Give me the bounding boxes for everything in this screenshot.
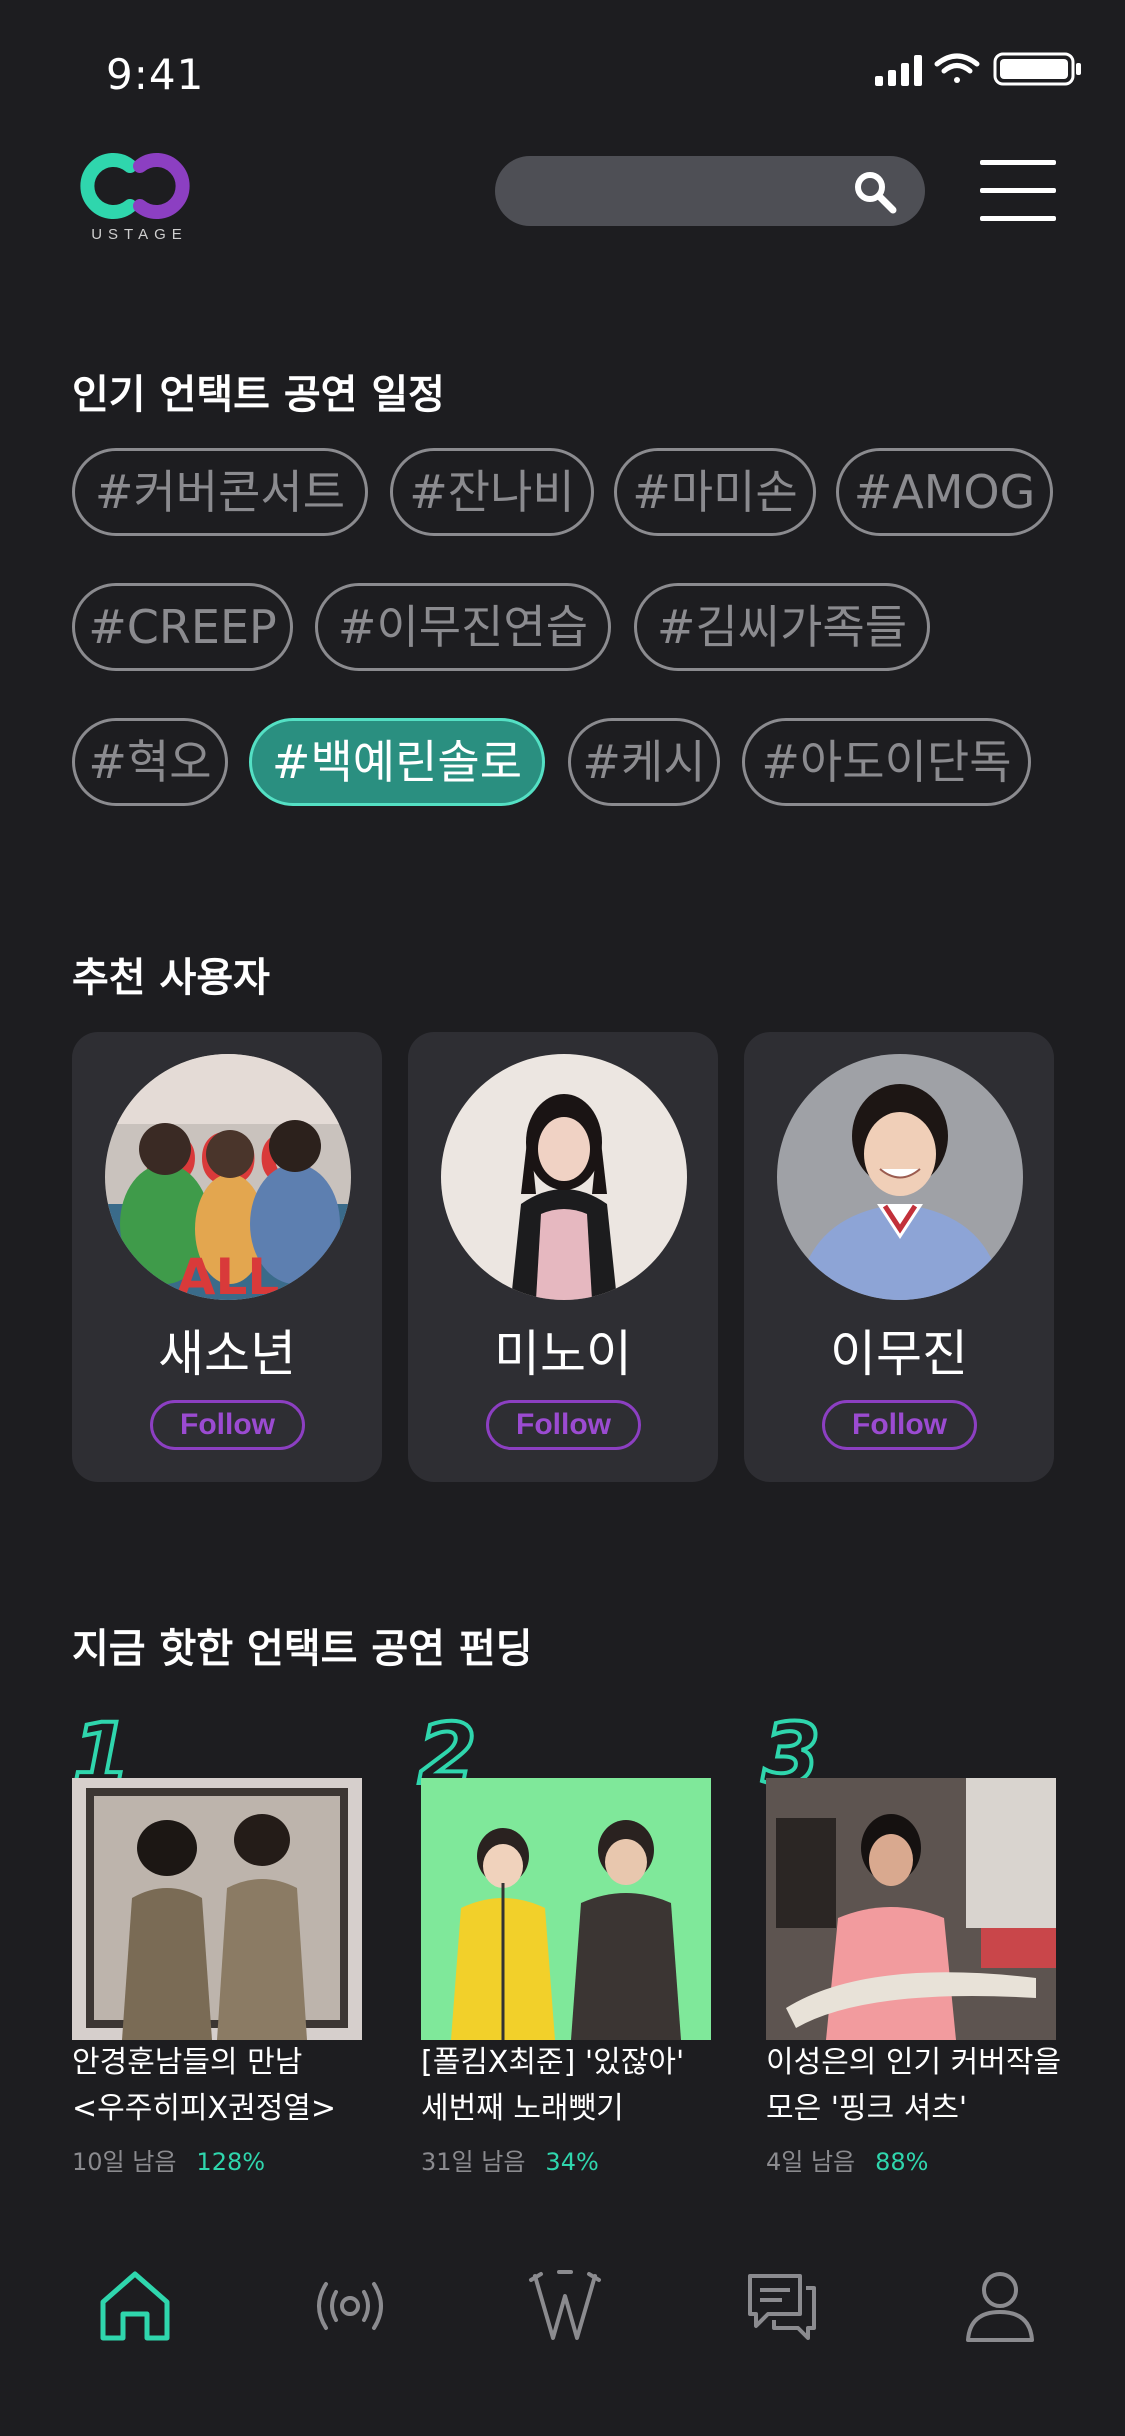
signal-icon [875, 55, 922, 86]
user-name: 이무진 [830, 1325, 968, 1383]
performance-title[interactable]: 안경훈남들의 만남 <우주히피X권정열> [72, 2040, 412, 2132]
hamburger-menu-icon[interactable] [980, 160, 1056, 222]
follow-button[interactable]: Follow [822, 1400, 977, 1450]
status-icons [875, 52, 1081, 86]
tag-chip[interactable]: #AMOG [836, 448, 1053, 536]
avatar[interactable] [441, 1054, 687, 1300]
chat-icon[interactable] [742, 2266, 822, 2346]
singer-photo [777, 1054, 1023, 1300]
remaining-days: 31일 남음 [421, 2148, 526, 2176]
avatar[interactable]: DOG ALL [105, 1054, 351, 1300]
funding-percent: 88% [875, 2148, 929, 2176]
search-input[interactable] [525, 156, 829, 228]
performance-meta: 10일 남음 128% [72, 2142, 265, 2177]
performance-title-line: [폴킴X최준] '있잖아' [421, 2045, 685, 2080]
performance-title-line: 안경훈남들의 만남 [72, 2045, 303, 2080]
tag-chip[interactable]: #아도이단독 [742, 718, 1031, 806]
logo-text: USTAGE [91, 226, 188, 243]
performance-photo [421, 1778, 711, 2040]
performance-photo [766, 1778, 1056, 2040]
tag-chip[interactable]: #잔나비 [390, 448, 594, 536]
performance-thumbnail[interactable] [421, 1778, 711, 2040]
tag-chip[interactable]: #혁오 [72, 718, 228, 806]
performance-title-line: 모은 '핑크 셔츠' [766, 2091, 968, 2126]
tags-section-title: 인기 언택트 공연 일정 [72, 372, 445, 418]
user-name: 미노이 [494, 1325, 632, 1383]
trending-section-title: 지금 핫한 언택트 공연 펀딩 [72, 1626, 533, 1672]
performance-title[interactable]: [폴킴X최준] '있잖아' 세번째 노래뺏기 [421, 2040, 761, 2132]
performance-title-line: 이성은의 인기 커버작을 [766, 2045, 1062, 2080]
tag-chip[interactable]: #마미손 [614, 448, 816, 536]
performance-thumbnail[interactable] [72, 1778, 362, 2040]
users-section-title: 추천 사용자 [72, 955, 270, 1001]
funding-percent: 128% [196, 2148, 266, 2176]
logo-mark-icon [80, 153, 190, 219]
search-icon[interactable] [853, 170, 897, 214]
tag-chip-active[interactable]: #백예린솔로 [249, 718, 545, 806]
performance-title-line: <우주히피X권정열> [72, 2091, 337, 2126]
performance-meta: 4일 남음 88% [766, 2142, 928, 2177]
user-card[interactable]: DOG ALL 새소년 Follow [72, 1032, 382, 1482]
remaining-days: 4일 남음 [766, 2148, 856, 2176]
avatar[interactable] [777, 1054, 1023, 1300]
search-bar[interactable] [495, 156, 925, 228]
status-bar: 9:41 [0, 0, 1125, 150]
wifi-icon [934, 53, 980, 83]
profile-icon[interactable] [960, 2266, 1040, 2346]
performance-thumbnail[interactable] [766, 1778, 1056, 2040]
performance-title-line: 세번째 노래뺏기 [421, 2091, 624, 2126]
follow-button[interactable]: Follow [486, 1400, 641, 1450]
app-header: USTAGE [0, 140, 1125, 270]
svg-text:ALL: ALL [177, 1248, 279, 1300]
tag-chip[interactable]: #커버콘서트 [72, 448, 368, 536]
status-time: 9:41 [106, 50, 205, 99]
stage-icon[interactable] [525, 2266, 605, 2346]
home-icon[interactable] [95, 2266, 175, 2346]
tag-chip[interactable]: #CREEP [72, 583, 293, 671]
singer-photo [441, 1054, 687, 1300]
tag-chip[interactable]: #김씨가족들 [634, 583, 930, 671]
tag-chip[interactable]: #이무진연습 [315, 583, 611, 671]
tag-chip[interactable]: #케시 [568, 718, 720, 806]
battery-icon [993, 52, 1081, 86]
band-photo: DOG ALL [105, 1054, 351, 1300]
broadcast-icon[interactable] [310, 2266, 390, 2346]
bottom-navigation [0, 2236, 1125, 2366]
performance-meta: 31일 남음 34% [421, 2142, 599, 2177]
funding-percent: 34% [545, 2148, 599, 2176]
follow-button[interactable]: Follow [150, 1400, 305, 1450]
user-card[interactable]: 이무진 Follow [744, 1032, 1054, 1482]
ustage-logo[interactable]: USTAGE [80, 148, 195, 253]
performance-title[interactable]: 이성은의 인기 커버작을 모은 '핑크 셔츠' [766, 2040, 1106, 2132]
user-name: 새소년 [158, 1325, 296, 1383]
performance-photo [72, 1778, 362, 2040]
remaining-days: 10일 남음 [72, 2148, 177, 2176]
user-card[interactable]: 미노이 Follow [408, 1032, 718, 1482]
